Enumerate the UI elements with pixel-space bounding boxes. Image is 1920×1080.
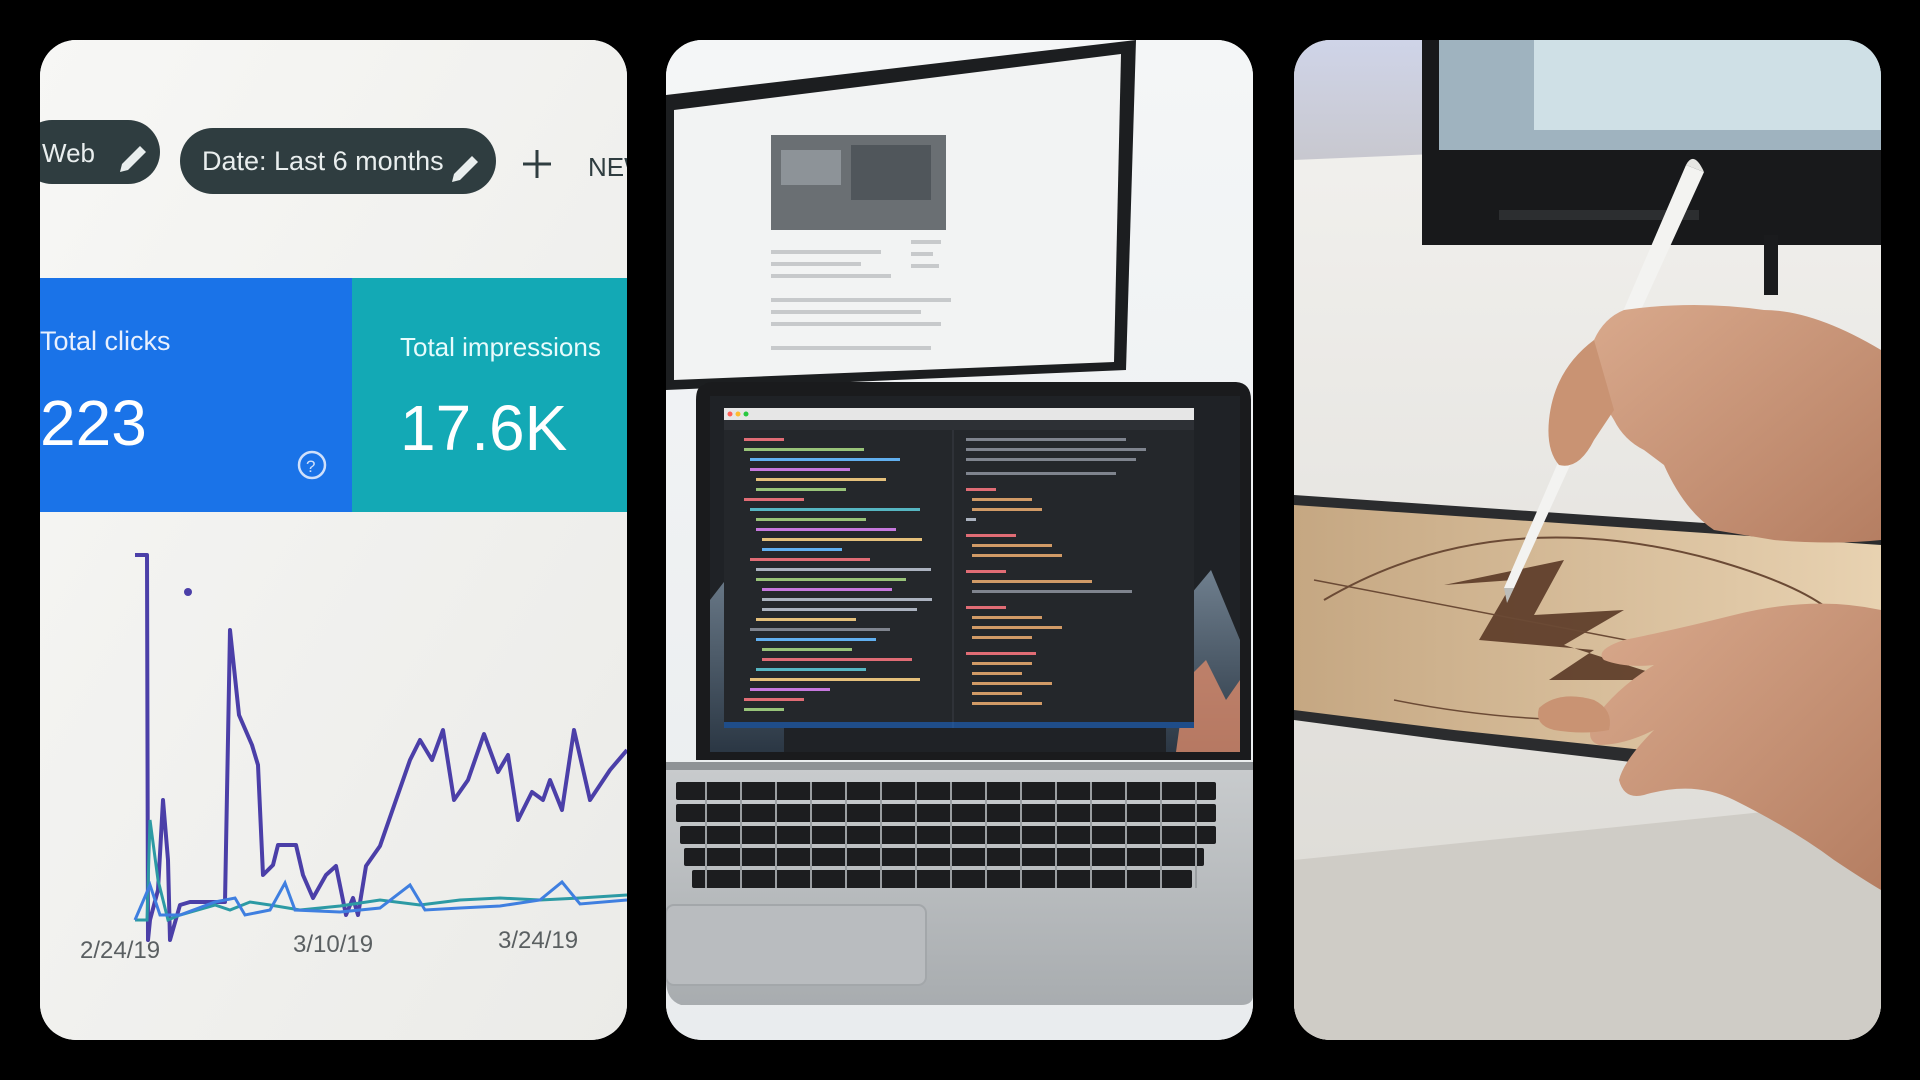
chip-web-label: Web — [42, 138, 95, 168]
metric-tiles: Total clicks 223 ? Total impressions 17.… — [40, 278, 627, 512]
total-clicks-value: 223 — [40, 387, 147, 459]
tablet-photo-card — [1294, 40, 1881, 1040]
analytics-scene: Web Date: Last 6 months NEW Total clicks… — [40, 40, 627, 1040]
keyboard — [676, 782, 1216, 888]
svg-text:?: ? — [306, 457, 315, 476]
tablet-scene — [1294, 40, 1881, 1040]
laptop-photo-card — [666, 40, 1253, 1040]
total-impressions-label: Total impressions — [400, 332, 601, 362]
x-tick: 2/24/19 — [80, 937, 160, 964]
chip-new-label: NEW — [588, 152, 627, 182]
x-tick: 3/10/19 — [293, 931, 373, 958]
total-impressions-value: 17.6K — [400, 392, 567, 464]
analytics-photo-card: Web Date: Last 6 months NEW Total clicks… — [40, 40, 627, 1040]
laptop — [666, 382, 1253, 1005]
laptop-scene — [666, 40, 1253, 1040]
background-monitor — [666, 40, 1136, 390]
x-tick: 3/24/19 — [498, 927, 578, 954]
total-clicks-label: Total clicks — [40, 326, 171, 356]
chip-date-label: Date: Last 6 months — [202, 146, 444, 176]
trackpad — [666, 904, 927, 986]
photo-collage: Web Date: Last 6 months NEW Total clicks… — [0, 0, 1920, 1080]
